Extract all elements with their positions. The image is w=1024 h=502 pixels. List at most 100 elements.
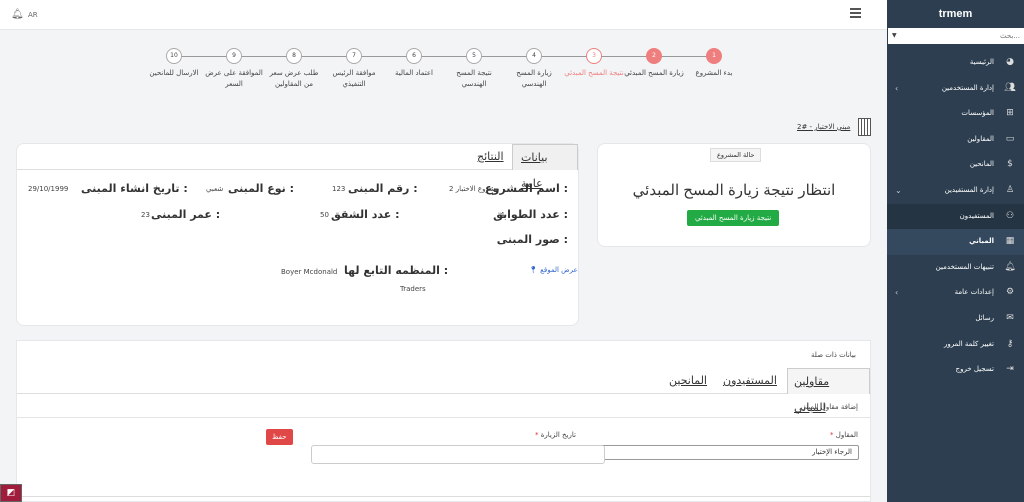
sidebar-item-buildings[interactable]: ▦ المباني (887, 229, 1024, 255)
building-type-label: نوع المبنى : (228, 182, 294, 195)
step-3: 3 نتيجة المسح المبدئي (564, 48, 624, 79)
sidebar-item-label: رسائل (975, 313, 994, 322)
project-name-value: مشروع الاختبار 2 (449, 185, 500, 193)
sitemap-icon: ⊞ (1006, 108, 1014, 119)
sidebar-item-label: تنبيهات المستخدمين (935, 262, 994, 271)
sidebar-item-home[interactable]: ◕ الرئيسية (887, 50, 1024, 76)
step-circle: 8 (286, 48, 302, 64)
organization-label: المنظمه التابع لها : (344, 264, 449, 277)
step-circle: 2 (646, 48, 662, 64)
step-8: 8 طلب عرض سعر من المقاولين (264, 48, 324, 90)
contractor-select[interactable]: ▼الرجاء الإختيار (595, 445, 859, 460)
initial-survey-result-button[interactable]: نتيجة زيارة المسح المبدئي (687, 210, 780, 226)
related-tabs: مقاولين المباني المستفيدون المانحين (17, 368, 870, 414)
tab-general-data[interactable]: بيانات عامة (512, 144, 578, 190)
building-type-value: شعبي (206, 185, 224, 193)
sidebar-item-organizations[interactable]: ⊞ المؤسسات (887, 101, 1024, 127)
add-contractor-title: إضافة مقاول المبنى (800, 403, 858, 411)
dollar-icon: $ (1007, 159, 1013, 170)
users-icon: 👥︎ (1004, 82, 1016, 93)
step-circle: 9 (226, 48, 242, 64)
step-circle: 6 (406, 48, 422, 64)
sidebar-item-donors[interactable]: $ المانحين (887, 152, 1024, 178)
sidebar-search: ▼ (888, 28, 1024, 44)
sidebar-item-messages[interactable]: ✉ رسائل (887, 306, 1024, 332)
build-date-value: 29/10/1999 (28, 185, 69, 193)
step-2: 2 زيارة المسح المبدئي (624, 48, 684, 79)
app-corner-logo[interactable]: ◩ (0, 484, 22, 502)
person-icon: ♙ (1005, 184, 1015, 195)
tab-beneficiaries[interactable]: المستفيدون (717, 368, 783, 394)
project-stepper: 1 بدء المشروع 2 زيارة المسح المبدئي 3 نتيجة… (140, 48, 735, 98)
save-button[interactable]: حفظ (266, 429, 293, 445)
related-data-card: بيانات ذات صلة مقاولين المباني المستفيدو… (16, 340, 871, 502)
sidebar-item-beneficiaries[interactable]: ⚇ المستفيدون (887, 203, 1024, 230)
sidebar-search-input[interactable] (888, 28, 1024, 44)
gear-icon: ⚙ (1005, 287, 1015, 298)
step-circle: 3 (586, 48, 602, 64)
user-group-icon: ⚇ (1005, 210, 1015, 221)
sidebar-item-label: تغيير كلمة المرور (943, 339, 994, 348)
sidebar-item-label: الرئيسية (969, 58, 994, 66)
brand-logo: trmem (938, 8, 973, 20)
tab-results[interactable]: النتائج (469, 144, 512, 170)
tab-building-contractors[interactable]: مقاولين المباني (787, 368, 870, 414)
sidebar-item-user-management[interactable]: ‹ 👥︎ إدارة المستخدمين (887, 76, 1024, 102)
bell-icon: 🔔︎ (1004, 261, 1016, 272)
sidebar-item-label: المباني (969, 237, 994, 246)
step-label: اعتماد المالية (394, 69, 433, 77)
sidebar-item-general-settings[interactable]: ‹ ⚙ إعدادات عامة (887, 280, 1024, 306)
project-status-card: حالة المشروع انتظار نتيجة زيارة المسح ال… (597, 143, 871, 247)
logout-icon: ⇥ (1006, 364, 1014, 375)
step-circle: 5 (466, 48, 482, 64)
sidebar-item-logout[interactable]: ⇥ تسجيل خروج (887, 357, 1024, 383)
sidebar-item-label: المانحين (969, 160, 994, 169)
visit-date-input[interactable] (311, 445, 605, 464)
sidebar: trmem ▼ ◕ الرئيسية ‹ 👥︎ إدارة المستخدمين ⊞ ا… (887, 0, 1024, 502)
organization-name: Boyer Mcdonald (281, 268, 338, 276)
sidebar-item-label: إدارة المستخدمين (941, 83, 994, 92)
sidebar-item-contractors[interactable]: ▭ المقاولين (887, 127, 1024, 153)
envelope-icon: ✉ (1006, 312, 1014, 323)
divider (17, 496, 870, 497)
notification-bell-icon[interactable]: 🔔︎ (11, 9, 24, 20)
view-location-link[interactable]: 📍︎ عرض الموقع (529, 266, 578, 274)
sidebar-item-change-password[interactable]: ⚷ تغيير كلمة المرور (887, 332, 1024, 358)
required-mark: * (535, 431, 539, 439)
sidebar-item-user-alerts[interactable]: 🔔︎ تنبيهات المستخدمين (887, 255, 1024, 281)
tab-donors[interactable]: المانحين (663, 368, 713, 394)
sidebar-item-label: المقاولين (967, 134, 994, 143)
view-location-label: عرض الموقع (540, 266, 578, 274)
contractor-label: * المقاول (830, 431, 858, 439)
step-9: 9 الموافقة على عرض السعر (204, 48, 264, 90)
step-7: 7 موافقة الرئيس التنفيذي (324, 48, 384, 90)
building-icon (858, 118, 871, 136)
sidebar-item-label: المؤسسات (961, 109, 994, 118)
step-label: الارسال للمانحين (149, 69, 199, 77)
building-no-value: 123 (332, 185, 346, 193)
chevron-left-icon: ‹ (895, 83, 899, 93)
step-circle: 4 (526, 48, 542, 64)
language-switch[interactable]: AR (28, 11, 38, 19)
building-age-value: 23 (141, 211, 150, 219)
chevron-left-icon: ‹ (895, 288, 899, 298)
building-age-label: عمر المبنى : (151, 208, 221, 221)
map-pin-icon: 📍︎ (529, 266, 538, 274)
step-circle: 1 (706, 48, 722, 64)
building-photos-label: صور المبنى : (496, 233, 568, 246)
visit-date-label-text: تاريخ الزيارة (540, 431, 576, 439)
step-circle: 10 (166, 48, 182, 64)
sidebar-item-label: إعدادات عامة (954, 288, 994, 297)
apartments-value: 50 (320, 211, 329, 219)
hamburger-menu-icon[interactable] (850, 8, 861, 19)
sidebar-item-beneficiary-management[interactable]: ⌄ ♙ إدارة المستفيدين (887, 178, 1024, 204)
step-label: زيارة المسح الهندسي (516, 69, 552, 88)
sidebar-item-label: إدارة المستفيدين (944, 185, 994, 194)
building-icon: ▦ (1005, 236, 1015, 247)
building-breadcrumb-link[interactable]: مبني الاختبار - #2 (797, 123, 850, 131)
top-bar: 🔔︎ AR (0, 0, 887, 30)
sidebar-menu: ◕ الرئيسية ‹ 👥︎ إدارة المستخدمين ⊞ المؤسسات … (887, 50, 1024, 383)
contractor-select-value: الرجاء الإختيار (812, 448, 852, 456)
info-tabs: بيانات عامة النتائج (17, 144, 578, 190)
chevron-down-icon: ⌄ (895, 185, 902, 195)
